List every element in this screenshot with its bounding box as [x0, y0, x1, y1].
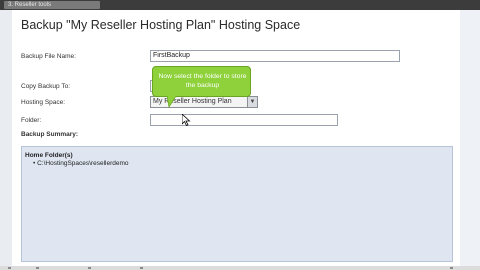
list-item: • C:\HostingSpaces\resellerdemo [33, 160, 129, 167]
backup-summary-label: Backup Summary: [21, 131, 79, 138]
file-name-label: Backup File Name: [21, 53, 76, 60]
chevron-down-icon[interactable]: ▼ [247, 97, 257, 107]
backup-summary-panel: Home Folder(s) • C:\HostingSpaces\resell… [21, 146, 453, 262]
hosting-space-value: My Reseller Hosting Plan [153, 98, 232, 105]
mouse-cursor-icon [182, 114, 191, 126]
home-folders-heading: Home Folder(s) [25, 152, 73, 159]
taskbar-mark [88, 267, 91, 269]
right-strip [460, 10, 480, 266]
window-tab-label: 3. Reseller tools [8, 2, 52, 8]
hosting-space-label: Hosting Space: [21, 99, 66, 106]
folder-input[interactable] [150, 114, 338, 126]
bullet-icon: • [33, 160, 36, 167]
instruction-tooltip: Now select the folder to store the backu… [152, 66, 251, 108]
folder-label: Folder: [21, 117, 42, 124]
window-tab[interactable]: 3. Reseller tools [4, 1, 100, 9]
tooltip-text: Now select the folder to store the backu… [158, 73, 247, 89]
taskbar [0, 266, 480, 270]
taskbar-mark [140, 267, 143, 269]
page-title: Backup "My Reseller Hosting Plan" Hostin… [21, 18, 301, 32]
window-titlebar: 3. Reseller tools [0, 0, 480, 10]
home-folder-path: C:\HostingSpaces\resellerdemo [37, 160, 129, 167]
taskbar-mark [450, 267, 453, 269]
file-name-input[interactable]: FirstBackup [150, 50, 400, 62]
taskbar-mark [8, 267, 11, 269]
tooltip-pointer-icon [167, 96, 177, 108]
copy-to-label: Copy Backup To: [21, 83, 71, 90]
taskbar-mark [36, 267, 39, 269]
left-strip [0, 10, 12, 266]
